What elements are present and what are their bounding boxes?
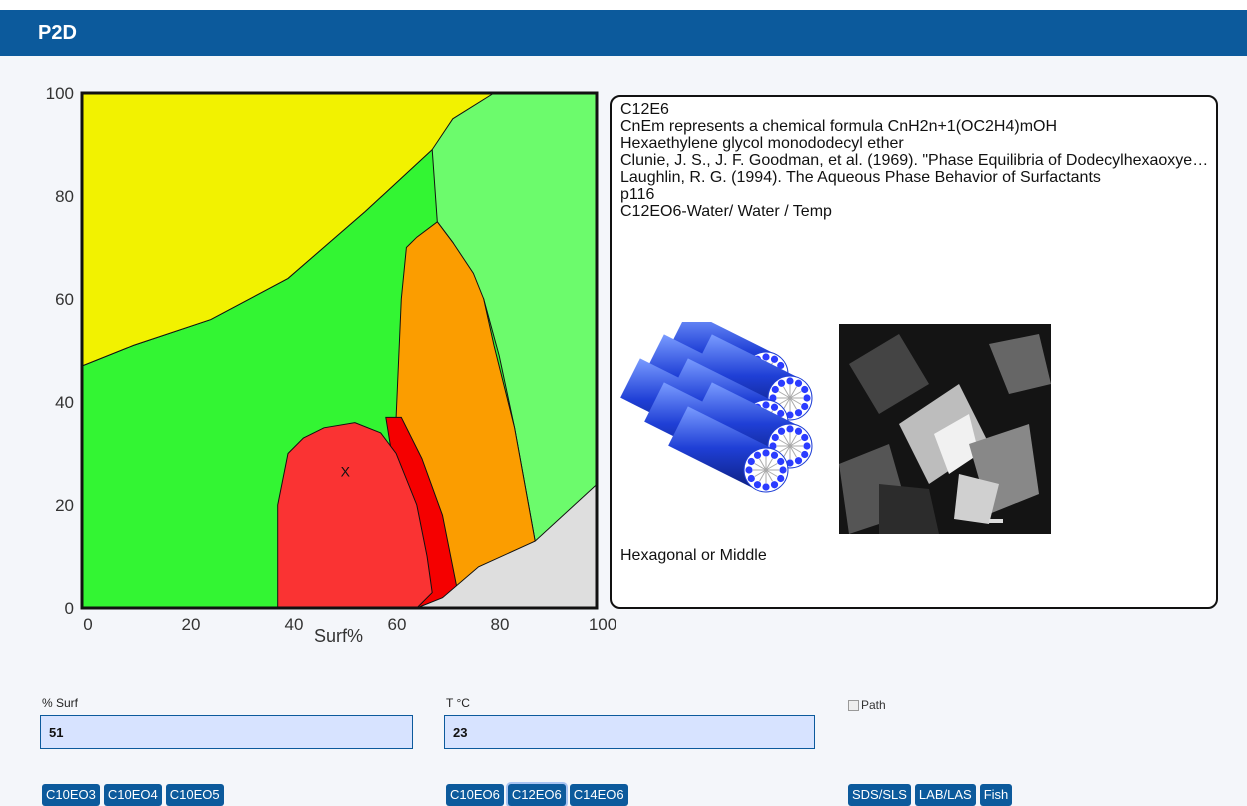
headgroup-dot bbox=[794, 427, 803, 435]
headgroup-dot bbox=[770, 355, 779, 363]
y-tick-label: 20 bbox=[55, 496, 74, 515]
system-button-c12eo6[interactable]: C12EO6 bbox=[507, 784, 566, 806]
button-group-3: SDS/SLS LAB/LAS Fish bbox=[848, 784, 1013, 806]
phase-diagram[interactable]: 0 20 40 60 80 100 0 20 40 60 80 100 Surf% X bbox=[36, 86, 616, 646]
title-bar: P2D bbox=[0, 0, 1247, 56]
surf-label: % Surf bbox=[42, 696, 79, 710]
info-line: C12E6 bbox=[620, 101, 669, 118]
x-tick-label: 60 bbox=[388, 615, 407, 634]
info-line: Clunie, J. S., J. F. Goodman, et al. (19… bbox=[620, 152, 1210, 169]
hexagonal-cylinder-packing-icon bbox=[618, 310, 818, 532]
surf-input[interactable] bbox=[40, 715, 413, 749]
system-button-sds-sls[interactable]: SDS/SLS bbox=[848, 784, 911, 806]
x-tick-label: 80 bbox=[491, 615, 510, 634]
headgroup-dot bbox=[801, 450, 809, 459]
y-tick-label: 40 bbox=[55, 393, 74, 412]
headgroup-dot bbox=[762, 449, 770, 457]
system-button-c10eo6[interactable]: C10EO6 bbox=[446, 784, 504, 806]
headgroup-dot bbox=[747, 474, 755, 483]
button-group-2: C10EO6 C12EO6 C14EO6 bbox=[446, 784, 628, 806]
info-line: C12EO6-Water/ Water / Temp bbox=[620, 203, 832, 220]
button-group-1: C10EO3 C10EO4 C10EO5 bbox=[42, 784, 224, 806]
headgroup-dot bbox=[794, 457, 803, 465]
headgroup-dot bbox=[777, 474, 785, 483]
system-button-lab-las[interactable]: LAB/LAS bbox=[914, 784, 976, 806]
headgroup-dot bbox=[803, 394, 811, 402]
headgroup-dot bbox=[753, 481, 762, 489]
temp-label: T °C bbox=[446, 696, 470, 710]
headgroup-dot bbox=[786, 377, 794, 385]
system-button-fish[interactable]: Fish bbox=[979, 784, 1013, 806]
system-button-c10eo4[interactable]: C10EO4 bbox=[103, 784, 162, 806]
y-tick-label: 0 bbox=[65, 599, 74, 618]
info-panel: C12E6 CnEm represents a chemical formula … bbox=[610, 95, 1218, 609]
headgroup-dot bbox=[762, 353, 770, 361]
headgroup-dot bbox=[786, 425, 794, 433]
headgroup-dot bbox=[762, 401, 770, 409]
headgroup-dot bbox=[753, 451, 762, 459]
info-line: CnEm represents a chemical formula CnH2n… bbox=[620, 118, 1058, 135]
info-line: p116 bbox=[620, 186, 655, 203]
path-checkbox-row[interactable]: Path bbox=[848, 698, 886, 712]
headgroup-dot bbox=[777, 427, 786, 435]
headgroup-dot bbox=[745, 466, 753, 474]
system-button-c14eo6[interactable]: C14EO6 bbox=[569, 784, 628, 806]
y-tick-label: 80 bbox=[55, 187, 74, 206]
headgroup-dot bbox=[771, 433, 779, 442]
headgroup-dot bbox=[801, 433, 809, 442]
info-line: Laughlin, R. G. (1994). The Aqueous Phas… bbox=[620, 169, 1101, 186]
y-tick-label: 100 bbox=[46, 86, 74, 103]
micrograph-image bbox=[839, 324, 1051, 534]
headgroup-dot bbox=[777, 379, 786, 387]
path-label: Path bbox=[861, 698, 886, 712]
headgroup-dot bbox=[801, 402, 809, 411]
path-checkbox[interactable] bbox=[848, 699, 859, 711]
headgroup-dot bbox=[777, 457, 785, 466]
y-tick-label: 60 bbox=[55, 290, 74, 309]
headgroup-dot bbox=[747, 457, 755, 466]
temp-input[interactable] bbox=[444, 715, 815, 749]
headgroup-dot bbox=[794, 379, 803, 387]
x-tick-label: 20 bbox=[182, 615, 201, 634]
system-button-c10eo3[interactable]: C10EO3 bbox=[42, 784, 100, 806]
headgroup-dot bbox=[770, 451, 779, 459]
headgroup-dot bbox=[770, 481, 779, 489]
x-tick-label: 0 bbox=[83, 615, 92, 634]
x-tick-label: 40 bbox=[285, 615, 304, 634]
system-button-c10eo5[interactable]: C10EO5 bbox=[165, 784, 224, 806]
headgroup-dot bbox=[803, 442, 811, 450]
phase-name: Hexagonal or Middle bbox=[620, 547, 767, 564]
composition-marker: X bbox=[341, 464, 351, 480]
headgroup-dot bbox=[794, 409, 803, 417]
headgroup-dot bbox=[779, 466, 787, 474]
headgroup-dot bbox=[762, 483, 770, 491]
headgroup-dot bbox=[771, 385, 779, 394]
x-axis-label: Surf% bbox=[314, 626, 363, 646]
headgroup-dot bbox=[770, 403, 779, 411]
info-lines: C12E6 CnEm represents a chemical formula … bbox=[620, 101, 1210, 220]
app-title: P2D bbox=[38, 22, 77, 44]
info-line: Hexaethylene glycol monododecyl ether bbox=[620, 135, 904, 152]
x-tick-label: 100 bbox=[589, 615, 616, 634]
headgroup-dot bbox=[801, 385, 809, 394]
phase-diagram-svg[interactable]: 0 20 40 60 80 100 0 20 40 60 80 100 Surf% X bbox=[36, 86, 616, 646]
